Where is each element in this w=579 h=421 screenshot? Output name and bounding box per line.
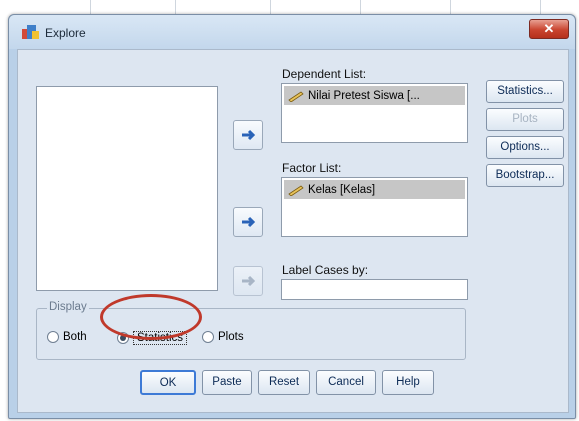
move-to-dependent-button[interactable] — [233, 120, 263, 150]
cancel-button[interactable]: Cancel — [316, 370, 376, 395]
dependent-list-label: Dependent List: — [282, 67, 367, 81]
background-spreadsheet-grid — [0, 0, 579, 14]
close-button[interactable]: ✕ — [529, 19, 569, 39]
factor-list[interactable]: Kelas [Kelas] — [281, 177, 468, 237]
list-item[interactable]: Nilai Pretest Siswa [... — [284, 86, 465, 105]
annotation-highlight-ring — [100, 294, 202, 340]
scale-variable-ruler-icon — [288, 90, 304, 102]
move-to-factor-button[interactable] — [233, 207, 263, 237]
explore-app-icon — [22, 25, 39, 39]
arrow-right-icon — [242, 216, 256, 228]
radio-both[interactable]: Both — [47, 331, 87, 343]
paste-button[interactable]: Paste — [202, 370, 252, 395]
dependent-list[interactable]: Nilai Pretest Siswa [... — [281, 83, 468, 143]
plots-button[interactable]: Plots — [486, 108, 564, 131]
explore-dialog: Explore ✕ Dependent List: Nilai Pretest … — [8, 14, 576, 419]
statistics-button[interactable]: Statistics... — [486, 80, 564, 103]
move-to-label-cases-button[interactable] — [233, 266, 263, 296]
dependent-item-label: Nilai Pretest Siswa [... — [308, 89, 420, 102]
options-button[interactable]: Options... — [486, 136, 564, 159]
ok-button[interactable]: OK — [140, 370, 196, 395]
bootstrap-button[interactable]: Bootstrap... — [486, 164, 564, 187]
source-variable-list[interactable] — [36, 86, 218, 291]
radio-both-label: Both — [63, 331, 87, 343]
dialog-client-area: Dependent List: Nilai Pretest Siswa [...… — [17, 49, 569, 413]
window-title: Explore — [45, 26, 86, 40]
radio-plots-label: Plots — [218, 331, 244, 343]
factor-item-label: Kelas [Kelas] — [308, 183, 376, 196]
label-cases-field[interactable] — [281, 279, 468, 300]
arrow-right-icon — [242, 129, 256, 141]
radio-indicator — [202, 331, 214, 343]
radio-plots[interactable]: Plots — [202, 331, 244, 343]
close-icon: ✕ — [543, 21, 555, 36]
display-legend: Display — [47, 301, 89, 313]
scale-variable-ruler-icon — [288, 184, 304, 196]
title-bar: Explore ✕ — [9, 15, 575, 49]
help-button[interactable]: Help — [382, 370, 434, 395]
arrow-right-icon — [242, 275, 256, 287]
reset-button[interactable]: Reset — [258, 370, 310, 395]
radio-indicator — [47, 331, 59, 343]
factor-list-label: Factor List: — [282, 161, 342, 175]
label-cases-label: Label Cases by: — [282, 263, 369, 277]
list-item[interactable]: Kelas [Kelas] — [284, 180, 465, 199]
